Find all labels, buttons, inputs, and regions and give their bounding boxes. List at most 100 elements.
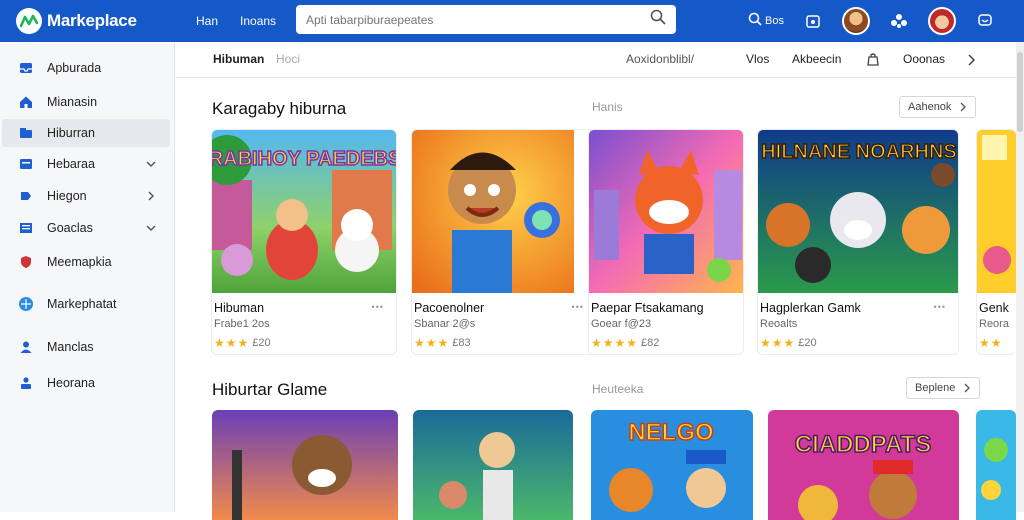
game-thumbnail[interactable] bbox=[976, 410, 1016, 520]
bos-label: Bos bbox=[765, 15, 784, 27]
scrollbar[interactable] bbox=[1016, 42, 1024, 512]
game-art-title: HILNANE NOARHNS bbox=[761, 141, 957, 163]
user-home-icon bbox=[18, 375, 34, 391]
rating-value: £82 bbox=[641, 337, 660, 349]
game-rating: ★★★ £20 bbox=[760, 336, 817, 350]
sidebar-item-meemapkia[interactable]: Meemapkia bbox=[2, 248, 170, 276]
star-icon: ★★★ bbox=[214, 336, 250, 350]
more-icon[interactable]: ••• bbox=[372, 302, 384, 312]
sidebar-item-manclas[interactable]: Manclas bbox=[2, 333, 170, 361]
chevron-right-icon[interactable] bbox=[146, 191, 156, 201]
sidebar: Apburada Mianasin Hiburran Hebaraa Hiego… bbox=[0, 42, 175, 512]
game-rating: ★★★ £83 bbox=[414, 336, 471, 350]
rating-value: £20 bbox=[252, 337, 271, 349]
avatar-icon[interactable] bbox=[842, 7, 870, 35]
nav-link-2[interactable]: Inoans bbox=[240, 14, 276, 28]
brand-name: Markeplace bbox=[47, 11, 137, 30]
logo-icon bbox=[16, 8, 42, 34]
sidebar-item-markephatat[interactable]: Markephatat bbox=[2, 290, 170, 318]
folder-icon bbox=[18, 125, 34, 141]
more-icon[interactable]: ••• bbox=[572, 302, 584, 312]
tab-aoxidon[interactable]: Aoxidonblibl/ bbox=[626, 52, 694, 66]
tab-hoci[interactable]: Hoci bbox=[276, 52, 300, 66]
game-title: Pacoenolner bbox=[414, 301, 485, 315]
gamepad-icon[interactable] bbox=[886, 8, 912, 34]
chat-icon[interactable] bbox=[972, 8, 998, 34]
tab-akbeecin[interactable]: Akbeecin bbox=[792, 52, 841, 66]
game-art-title: NELGO bbox=[628, 419, 713, 446]
search-input[interactable] bbox=[306, 12, 650, 27]
game-rating: ★★ bbox=[979, 336, 1006, 350]
scrollbar-thumb[interactable] bbox=[1017, 52, 1023, 132]
gift-icon[interactable] bbox=[800, 8, 826, 34]
sidebar-item-label: Hiegon bbox=[47, 189, 87, 203]
sidebar-item-label: Markephatat bbox=[47, 297, 117, 311]
chevron-down-icon[interactable] bbox=[146, 223, 156, 233]
book-icon bbox=[18, 156, 34, 172]
game-thumbnail bbox=[412, 130, 596, 293]
sidebar-item-label: Hebaraa bbox=[47, 157, 95, 171]
game-thumbnail[interactable]: CIADDPATS bbox=[768, 410, 959, 520]
tag-icon bbox=[18, 188, 34, 204]
sidebar-item-apburada[interactable]: Apburada bbox=[2, 54, 170, 82]
game-title: Hagplerkan Gamk bbox=[760, 301, 861, 315]
tab-ooonas[interactable]: Ooonas bbox=[903, 52, 945, 66]
sidebar-item-goaclas[interactable]: Goaclas bbox=[2, 214, 170, 242]
chevron-right-icon[interactable] bbox=[966, 53, 976, 71]
chevron-right-icon bbox=[960, 102, 967, 112]
header-actions: Bos bbox=[748, 0, 998, 42]
section-title: Karagaby hiburna bbox=[212, 99, 347, 118]
see-all-button[interactable]: Aahenok bbox=[899, 96, 977, 118]
game-card[interactable]: Paepar Ftsakamang Goear f@23 ★★★★ £82 bbox=[588, 129, 744, 355]
game-rating: ★★★★ £82 bbox=[591, 336, 659, 350]
search-action-icon bbox=[748, 12, 762, 31]
game-thumbnail[interactable] bbox=[413, 410, 573, 520]
profile-avatar[interactable] bbox=[928, 7, 956, 35]
sidebar-item-mianasin[interactable]: Mianasin bbox=[2, 88, 170, 116]
game-thumbnail[interactable] bbox=[212, 410, 398, 520]
game-title: Genk bbox=[979, 301, 1009, 315]
section-title: Hiburtar Glame bbox=[212, 380, 328, 399]
bag-icon[interactable] bbox=[866, 52, 880, 71]
sidebar-item-hebaraa[interactable]: Hebaraa bbox=[2, 150, 170, 178]
star-icon: ★★★★ bbox=[591, 336, 639, 350]
rating-value: £83 bbox=[452, 337, 471, 349]
game-card[interactable]: Pacoenolner ••• Sbanar 2@s ★★★ £83 bbox=[411, 129, 597, 355]
search-bar[interactable] bbox=[296, 5, 676, 34]
rating-value: £20 bbox=[798, 337, 817, 349]
game-card[interactable]: Genk Reora ★★ bbox=[976, 129, 1016, 355]
game-card[interactable]: RABIHOY PAEDEBS Hibuman ••• Frabe1 2os ★… bbox=[211, 129, 397, 355]
game-thumbnail bbox=[589, 130, 743, 293]
game-meta: Goear f@23 bbox=[591, 318, 652, 330]
nav-link-1[interactable]: Han bbox=[196, 14, 218, 28]
brand-logo[interactable]: Markeplace bbox=[16, 8, 196, 34]
see-all-button[interactable]: Beplene bbox=[906, 377, 981, 399]
sidebar-item-label: Heorana bbox=[47, 376, 95, 390]
inbox-icon bbox=[18, 60, 34, 76]
tab-hibuman[interactable]: Hibuman bbox=[213, 52, 264, 66]
game-thumbnail bbox=[977, 130, 1016, 293]
game-meta: Reoalts bbox=[760, 318, 798, 330]
shield-icon bbox=[18, 254, 34, 270]
bos-action[interactable]: Bos bbox=[748, 12, 784, 31]
sidebar-item-hiburran[interactable]: Hiburran bbox=[2, 119, 170, 147]
more-icon[interactable]: ••• bbox=[934, 302, 946, 312]
game-meta: Frabe1 2os bbox=[214, 318, 270, 330]
game-thumbnail: RABIHOY PAEDEBS bbox=[212, 130, 396, 293]
tab-vlos[interactable]: Vlos bbox=[746, 52, 769, 66]
sidebar-item-label: Manclas bbox=[47, 340, 94, 354]
sidebar-item-label: Mianasin bbox=[47, 95, 98, 109]
search-icon[interactable] bbox=[650, 9, 666, 30]
game-title: Paepar Ftsakamang bbox=[591, 301, 704, 315]
section-subtitle: Hanis bbox=[592, 100, 623, 114]
star-icon: ★★ bbox=[979, 336, 1003, 350]
sidebar-item-hiegon[interactable]: Hiegon bbox=[2, 182, 170, 210]
sidebar-item-heorana[interactable]: Heorana bbox=[2, 369, 170, 397]
game-card[interactable]: HILNANE NOARHNS Hagplerkan Gamk ••• Reoa… bbox=[757, 129, 959, 355]
chevron-down-icon[interactable] bbox=[146, 159, 156, 169]
game-thumbnail: HILNANE NOARHNS bbox=[758, 130, 958, 293]
game-thumbnail[interactable]: NELGO bbox=[591, 410, 753, 520]
game-rating: ★★★ £20 bbox=[214, 336, 271, 350]
section-subtitle: Heuteeka bbox=[592, 382, 644, 396]
user-icon bbox=[18, 339, 34, 355]
